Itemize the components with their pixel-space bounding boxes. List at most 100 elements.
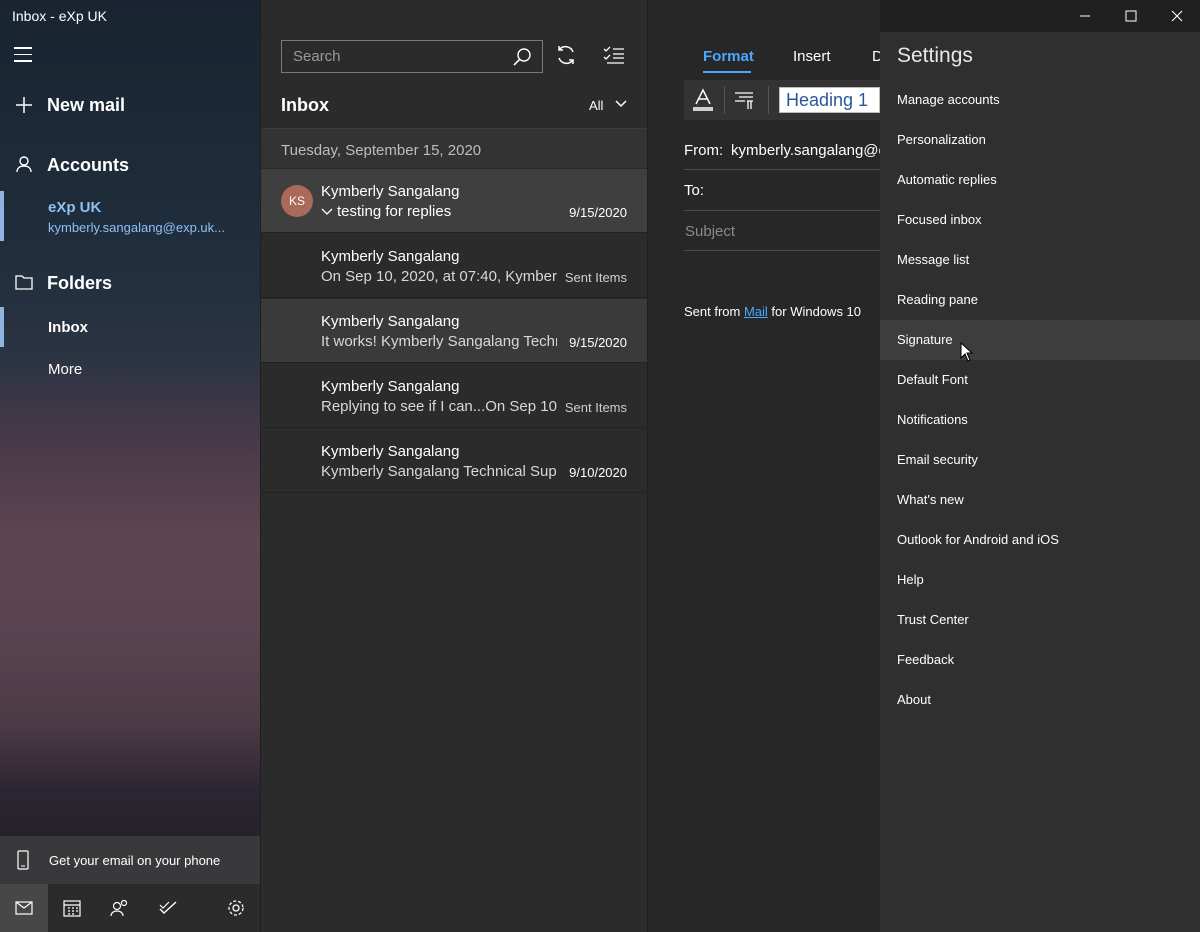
toolbar-divider [724, 86, 725, 114]
filter-value: All [589, 98, 604, 113]
setting-feedback[interactable]: Feedback [880, 640, 1200, 680]
message-date: 9/10/2020 [569, 465, 627, 480]
setting-label: Automatic replies [897, 172, 997, 187]
account-name: eXp UK [48, 199, 102, 216]
phone-icon [17, 850, 29, 875]
setting-label: Personalization [897, 132, 986, 147]
to-field[interactable] [714, 176, 880, 206]
setting-label: About [897, 692, 931, 707]
new-mail-label: New mail [47, 95, 126, 115]
folders-label: Folders [47, 273, 113, 293]
plus-icon [14, 95, 34, 115]
message-item[interactable]: Kymberly Sangalang Replying to see if I … [261, 364, 647, 428]
subject-field[interactable]: Subject [685, 223, 735, 240]
setting-default-font[interactable]: Default Font [880, 360, 1200, 400]
mouse-cursor-icon [960, 341, 974, 367]
setting-label: Signature [897, 332, 953, 347]
setting-label: Message list [897, 252, 970, 267]
account-email: kymberly.sangalang@exp.uk... [48, 220, 225, 235]
signature-text: Sent from Mail for Windows 10 [684, 304, 861, 319]
setting-automatic-replies[interactable]: Automatic replies [880, 160, 1200, 200]
selection-mode-button[interactable] [603, 44, 627, 68]
tab-draw[interactable]: D [872, 48, 880, 65]
setting-email-security[interactable]: Email security [880, 440, 1200, 480]
message-folder: Sent Items [564, 400, 627, 415]
setting-label: Notifications [897, 412, 968, 427]
font-color-icon[interactable] [693, 88, 713, 117]
message-preview: testing for replies [337, 203, 452, 220]
folder-title: Inbox [281, 95, 329, 115]
setting-label: Focused inbox [897, 212, 982, 227]
setting-personalization[interactable]: Personalization [880, 120, 1200, 160]
message-preview: Kymberly Sangalang Technical Support [321, 463, 557, 480]
active-tab-indicator [703, 71, 751, 73]
folder-item-inbox[interactable]: Inbox [48, 319, 88, 336]
folder-item-more[interactable]: More [48, 361, 82, 378]
setting-trust-center[interactable]: Trust Center [880, 600, 1200, 640]
people-switch-button[interactable] [96, 884, 144, 932]
setting-notifications[interactable]: Notifications [880, 400, 1200, 440]
calendar-icon [63, 900, 81, 917]
setting-help[interactable]: Help [880, 560, 1200, 600]
message-sender: Kymberly Sangalang [321, 313, 460, 330]
setting-manage-accounts[interactable]: Manage accounts [880, 80, 1200, 120]
message-preview: Replying to see if I can...On Sep 10, 2 [321, 398, 557, 415]
field-divider [684, 210, 880, 211]
hamburger-menu-icon[interactable] [14, 47, 34, 63]
settings-title: Settings [897, 44, 973, 67]
chevron-down-icon[interactable] [321, 207, 333, 217]
message-item[interactable]: Kymberly Sangalang Kymberly Sangalang Te… [261, 429, 647, 493]
search-box[interactable]: Search [281, 40, 543, 73]
tab-insert[interactable]: Insert [793, 48, 831, 65]
mail-icon [15, 901, 33, 915]
sync-button[interactable] [555, 44, 579, 68]
message-date: 9/15/2020 [569, 335, 627, 350]
style-dropdown[interactable]: Heading 1 [779, 87, 880, 113]
message-list-pane: Search Inbox All Tuesday, September 15, … [261, 0, 647, 932]
setting-label: Reading pane [897, 292, 978, 307]
setting-label: Trust Center [897, 612, 969, 627]
tab-format[interactable]: Format [703, 48, 754, 65]
close-icon [1171, 10, 1183, 22]
to-label: To: [684, 182, 705, 199]
setting-whats-new[interactable]: What's new [880, 480, 1200, 520]
mail-link[interactable]: Mail [744, 304, 768, 319]
mail-switch-button[interactable] [0, 884, 48, 932]
new-mail-button[interactable]: New mail [0, 92, 260, 118]
message-item[interactable]: KS Kymberly Sangalang testing for replie… [261, 169, 647, 233]
message-item[interactable]: Kymberly Sangalang It works! Kymberly Sa… [261, 299, 647, 363]
minimize-button[interactable] [1062, 0, 1108, 32]
setting-about[interactable]: About [880, 680, 1200, 720]
folders-button[interactable]: Folders [0, 270, 260, 296]
from-field[interactable]: kymberly.sangalang@exp.uk [731, 142, 880, 159]
setting-label: Default Font [897, 372, 968, 387]
paragraph-format-icon[interactable] [734, 90, 754, 115]
setting-outlook-mobile[interactable]: Outlook for Android and iOS [880, 520, 1200, 560]
people-icon [110, 899, 128, 917]
setting-label: Manage accounts [897, 92, 1000, 107]
message-item[interactable]: Kymberly Sangalang On Sep 10, 2020, at 0… [261, 234, 647, 298]
style-value: Heading 1 [786, 90, 869, 110]
field-divider [684, 250, 880, 251]
search-input[interactable]: Search [293, 48, 341, 65]
setting-signature[interactable]: Signature [880, 320, 1200, 360]
setting-message-list[interactable]: Message list [880, 240, 1200, 280]
close-button[interactable] [1154, 0, 1200, 32]
settings-button[interactable] [212, 884, 260, 932]
maximize-button[interactable] [1108, 0, 1154, 32]
setting-reading-pane[interactable]: Reading pane [880, 280, 1200, 320]
todo-switch-button[interactable] [144, 884, 192, 932]
filter-dropdown[interactable]: All [589, 98, 627, 113]
navigation-pane: Inbox - eXp UK New mail Accounts eXp UK … [0, 0, 260, 932]
promo-text: Get your email on your phone [49, 853, 221, 868]
sync-icon [558, 46, 574, 64]
accounts-button[interactable]: Accounts [0, 152, 260, 178]
search-icon[interactable] [512, 47, 532, 67]
setting-focused-inbox[interactable]: Focused inbox [880, 200, 1200, 240]
get-email-on-phone-banner[interactable]: Get your email on your phone [0, 836, 260, 884]
calendar-switch-button[interactable] [48, 884, 96, 932]
message-preview: It works! Kymberly Sangalang Technical [321, 333, 557, 350]
toolbar-divider [768, 86, 769, 114]
message-sender: Kymberly Sangalang [321, 443, 460, 460]
message-preview: On Sep 10, 2020, at 07:40, Kymberly [321, 268, 557, 285]
